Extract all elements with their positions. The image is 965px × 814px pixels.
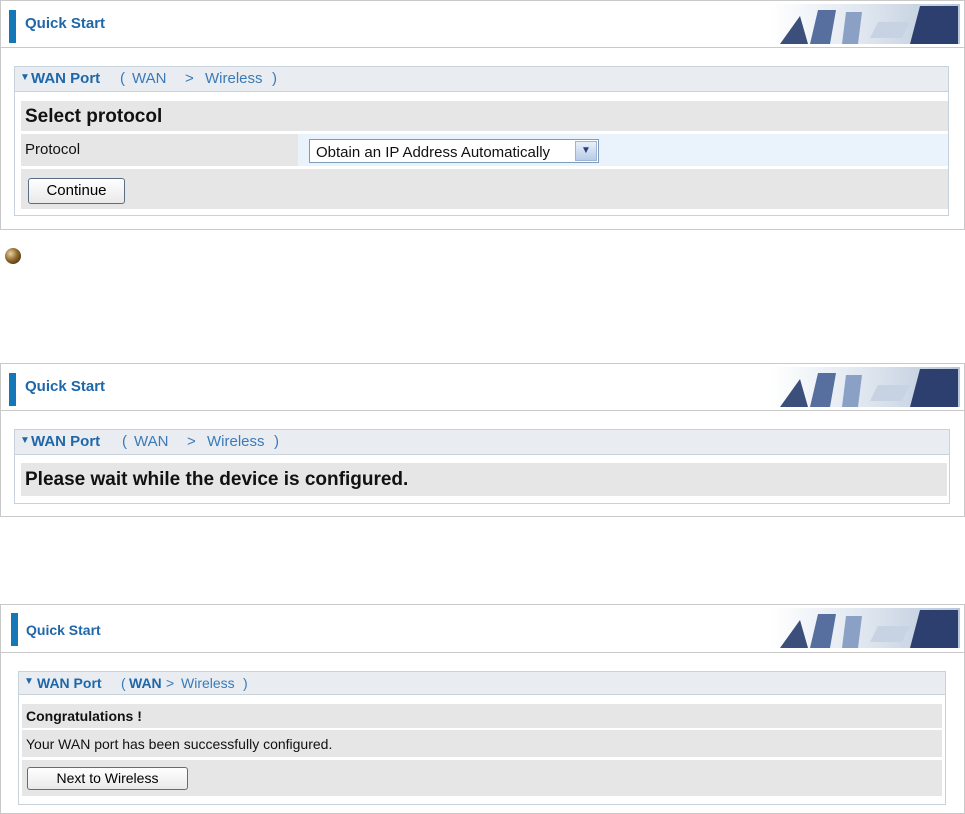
protocol-select[interactable]: Obtain an IP Address Automatically ▼ — [309, 139, 599, 163]
down-triangle-icon[interactable]: ▼ — [20, 435, 30, 446]
next-to-wireless-button[interactable]: Next to Wireless — [27, 767, 188, 790]
success-row: Your WAN port has been successfully conf… — [22, 730, 942, 757]
protocol-label-cell: Protocol — [21, 134, 298, 166]
office-chairs-banner — [770, 608, 960, 648]
panel-header: ▼ WAN Port ( WAN > Wireless ) — [19, 672, 945, 695]
continue-row: Continue — [21, 169, 948, 209]
chevron-down-icon[interactable]: ▼ — [575, 141, 597, 161]
crumb-separator: > — [166, 675, 175, 691]
quick-start-header: Quick Start — [1, 1, 964, 48]
header-accent-bar — [11, 613, 18, 646]
header-accent-bar — [9, 373, 16, 406]
bullet-icon — [5, 248, 21, 264]
crumb-wireless-link[interactable]: Wireless — [207, 433, 265, 450]
protocol-label: Protocol — [25, 141, 81, 158]
congratulations-text: Congratulations ! — [26, 708, 142, 724]
header-accent-bar — [9, 10, 16, 43]
crumb-open: ( — [121, 675, 126, 691]
crumb-close: ) — [272, 70, 277, 87]
crumb-separator: > — [185, 70, 194, 87]
office-chairs-banner — [770, 367, 960, 407]
down-triangle-icon[interactable]: ▼ — [24, 676, 34, 687]
crumb-open: ( — [122, 433, 127, 450]
crumb-close: ) — [274, 433, 279, 450]
quick-start-header: Quick Start — [1, 605, 964, 653]
crumb-wireless-link[interactable]: Wireless — [181, 675, 235, 691]
header-title: Quick Start — [25, 15, 106, 32]
crumb-close: ) — [243, 675, 248, 691]
continue-button[interactable]: Continue — [28, 178, 125, 204]
success-text: Your WAN port has been successfully conf… — [26, 736, 333, 752]
wait-message: Please wait while the device is configur… — [25, 469, 409, 490]
quick-start-screen-congratulations: Quick Start ▼ WAN Port ( WAN > Wireless … — [0, 604, 965, 814]
crumb-wan-link[interactable]: WAN — [134, 433, 168, 450]
protocol-select-value: Obtain an IP Address Automatically — [316, 144, 551, 161]
congratulations-row: Congratulations ! — [22, 704, 942, 728]
header-title: Quick Start — [26, 622, 101, 638]
panel-header: ▼ WAN Port ( WAN > Wireless ) — [15, 67, 948, 92]
panel-header: ▼ WAN Port ( WAN > Wireless ) — [15, 430, 949, 455]
crumb-open: ( — [120, 70, 125, 87]
protocol-row: Protocol Obtain an IP Address Automatica… — [21, 134, 948, 166]
wan-port-panel: ▼ WAN Port ( WAN > Wireless ) Congratula… — [18, 671, 946, 805]
header-title: Quick Start — [25, 378, 106, 395]
next-button-row: Next to Wireless — [22, 760, 942, 796]
wait-message-row: Please wait while the device is configur… — [21, 463, 947, 496]
quick-start-header: Quick Start — [1, 364, 964, 411]
wan-port-panel: ▼ WAN Port ( WAN > Wireless ) Please wai… — [14, 429, 950, 504]
office-chairs-banner — [770, 4, 960, 44]
down-triangle-icon[interactable]: ▼ — [20, 72, 30, 83]
wan-port-panel: ▼ WAN Port ( WAN > Wireless ) Select pro… — [14, 66, 949, 216]
crumb-wireless-link[interactable]: Wireless — [205, 70, 263, 87]
panel-title: WAN Port — [31, 70, 101, 87]
crumb-separator: > — [187, 433, 196, 450]
quick-start-screen-please-wait: Quick Start ▼ WAN Port ( WAN > Wireless … — [0, 363, 965, 517]
crumb-wan-link[interactable]: WAN — [132, 70, 166, 87]
select-protocol-heading: Select protocol — [21, 101, 948, 131]
section-title: Select protocol — [25, 106, 163, 127]
quick-start-screen-select-protocol: Quick Start ▼ WAN Port ( WAN > Wireless … — [0, 0, 965, 230]
panel-title: WAN Port — [37, 675, 102, 691]
panel-title: WAN Port — [31, 433, 101, 450]
crumb-wan-link[interactable]: WAN — [129, 675, 162, 691]
